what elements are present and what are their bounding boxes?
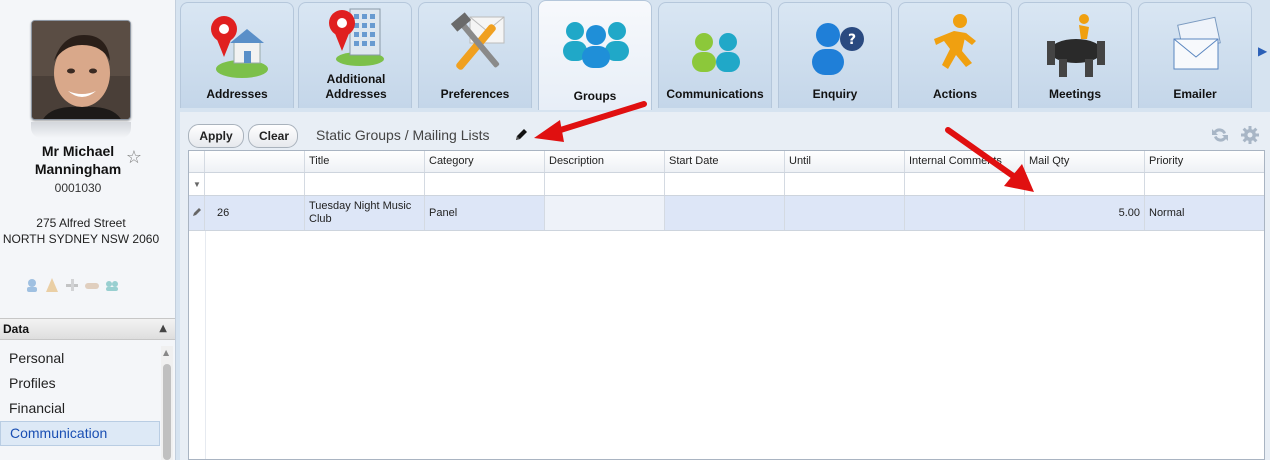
profile-photo: [31, 20, 131, 120]
cell-description[interactable]: [545, 196, 665, 230]
tab-bar: Addresses Additional Addresses Preferenc…: [180, 0, 1270, 110]
groups-panel: Apply Clear Static Groups / Mailing List…: [180, 112, 1270, 460]
col-header-start-date[interactable]: Start Date: [665, 151, 785, 172]
tab-groups[interactable]: Groups: [538, 0, 652, 110]
tab-label-communications: Communications: [666, 87, 764, 101]
filter-category[interactable]: [425, 173, 545, 195]
nav-item-communication[interactable]: Communication: [0, 421, 160, 446]
filter-internal-comments[interactable]: [905, 173, 1025, 195]
nav-item-personal[interactable]: Personal: [0, 346, 160, 371]
people-group-icon: [563, 22, 629, 68]
data-panel-title: Data: [3, 322, 30, 336]
nav-item-financial[interactable]: Financial: [0, 396, 160, 421]
cone-mini-icon[interactable]: [44, 277, 60, 293]
table-row[interactable]: 26 Tuesday Night Music Club Panel 5.00 N…: [189, 196, 1264, 231]
filter-id[interactable]: [205, 173, 305, 195]
favorite-star-icon[interactable]: ☆: [124, 148, 144, 168]
cell-category[interactable]: Panel: [425, 196, 545, 230]
tab-label-preferences: Preferences: [440, 87, 510, 101]
cell-id[interactable]: 26: [205, 196, 305, 230]
col-header-id[interactable]: [205, 151, 305, 172]
filter-until[interactable]: [785, 173, 905, 195]
svg-text:?: ?: [848, 32, 856, 48]
handshake-mini-icon[interactable]: [84, 277, 100, 293]
filter-icon[interactable]: ▼: [193, 180, 201, 189]
envelope-stack-icon: [1173, 16, 1221, 70]
collapse-up-icon[interactable]: ▲: [159, 323, 167, 334]
row-marker[interactable]: [189, 196, 205, 230]
group-mini-icon[interactable]: [104, 277, 120, 293]
tab-actions[interactable]: Actions: [898, 2, 1012, 108]
tab-preferences[interactable]: Preferences: [418, 2, 532, 108]
groups-toolbar: Apply Clear Static Groups / Mailing List…: [180, 112, 1270, 150]
address-line-1: 275 Alfred Street: [36, 216, 126, 230]
col-header-priority[interactable]: Priority: [1145, 151, 1264, 172]
apply-button[interactable]: Apply: [188, 124, 244, 148]
filter-marker[interactable]: ▼: [189, 173, 205, 195]
col-header-category[interactable]: Category: [425, 151, 545, 172]
tab-communications[interactable]: Communications: [658, 2, 772, 108]
gear-icon[interactable]: [1240, 125, 1260, 145]
cell-mail-qty[interactable]: 5.00: [1025, 196, 1145, 230]
groups-grid: Title Category Description Start Date Un…: [188, 150, 1265, 460]
refresh-icon[interactable]: [1210, 125, 1230, 145]
address-pin-building-icon: [329, 8, 384, 66]
cell-priority[interactable]: Normal: [1145, 196, 1264, 230]
tab-label-additional-addresses: Additional Addresses: [325, 72, 387, 101]
tab-meetings[interactable]: Meetings: [1018, 2, 1132, 108]
scroll-thumb[interactable]: [163, 364, 171, 460]
tab-label-addresses: Addresses: [206, 87, 268, 101]
row-edit-pencil-icon[interactable]: [192, 207, 202, 217]
grid-header-marker: [189, 151, 205, 172]
tab-scroll-right-icon[interactable]: ▶: [1258, 44, 1267, 58]
hammer-screwdriver-icon: [450, 12, 505, 70]
running-person-icon: [934, 14, 976, 69]
clear-button[interactable]: Clear: [248, 124, 298, 148]
left-panel: Mr Michael Manningham ☆ 0001030 275 Alfr…: [0, 0, 176, 460]
cell-start-date[interactable]: [665, 196, 785, 230]
col-header-title[interactable]: Title: [305, 151, 425, 172]
quick-icons: [24, 277, 120, 295]
tab-enquiry[interactable]: ? Enquiry: [778, 2, 892, 108]
tab-label-groups: Groups: [573, 89, 617, 103]
tab-label-emailer: Emailer: [1173, 87, 1217, 101]
nav-scrollbar[interactable]: ▲: [161, 346, 173, 460]
address-line-2: NORTH SYDNEY NSW 2060: [2, 232, 160, 246]
filter-mail-qty[interactable]: [1025, 173, 1145, 195]
grid-empty-area: [205, 231, 206, 459]
list-title: Static Groups / Mailing Lists: [316, 127, 490, 143]
tab-emailer[interactable]: Emailer: [1138, 2, 1252, 108]
filter-start-date[interactable]: [665, 173, 785, 195]
pencil-edit-icon[interactable]: [513, 127, 529, 143]
scroll-up-icon[interactable]: ▲: [163, 348, 169, 357]
tab-label-meetings: Meetings: [1048, 87, 1101, 101]
data-nav-list: Personal Profiles Financial Communicatio…: [0, 346, 160, 446]
data-panel-header[interactable]: Data ▲: [0, 318, 175, 340]
tab-label-enquiry: Enquiry: [812, 87, 858, 101]
col-header-until[interactable]: Until: [785, 151, 905, 172]
tab-addresses[interactable]: Addresses: [180, 2, 294, 108]
person-mini-icon[interactable]: [24, 277, 40, 293]
col-header-mail-qty[interactable]: Mail Qty: [1025, 151, 1145, 172]
address-pin-house-icon: [211, 16, 268, 78]
cell-until[interactable]: [785, 196, 905, 230]
tab-additional-addresses[interactable]: Additional Addresses: [298, 2, 412, 108]
person-question-icon: ?: [812, 23, 864, 75]
filter-priority[interactable]: [1145, 173, 1264, 195]
photo-reflection: [31, 122, 131, 138]
grid-header: Title Category Description Start Date Un…: [189, 151, 1264, 173]
tools-mini-icon[interactable]: [64, 277, 80, 293]
col-header-internal-comments[interactable]: Internal Comments: [905, 151, 1025, 172]
filter-title[interactable]: [305, 173, 425, 195]
people-pair-icon: [692, 33, 740, 72]
col-header-description[interactable]: Description: [545, 151, 665, 172]
filter-description[interactable]: [545, 173, 665, 195]
grid-filter-row: ▼: [189, 173, 1264, 196]
nav-item-profiles[interactable]: Profiles: [0, 371, 160, 396]
tab-label-actions: Actions: [932, 87, 977, 101]
cell-title[interactable]: Tuesday Night Music Club: [305, 196, 425, 230]
person-id: 0001030: [54, 181, 102, 195]
cell-internal-comments[interactable]: [905, 196, 1025, 230]
meeting-table-icon: [1047, 14, 1105, 77]
